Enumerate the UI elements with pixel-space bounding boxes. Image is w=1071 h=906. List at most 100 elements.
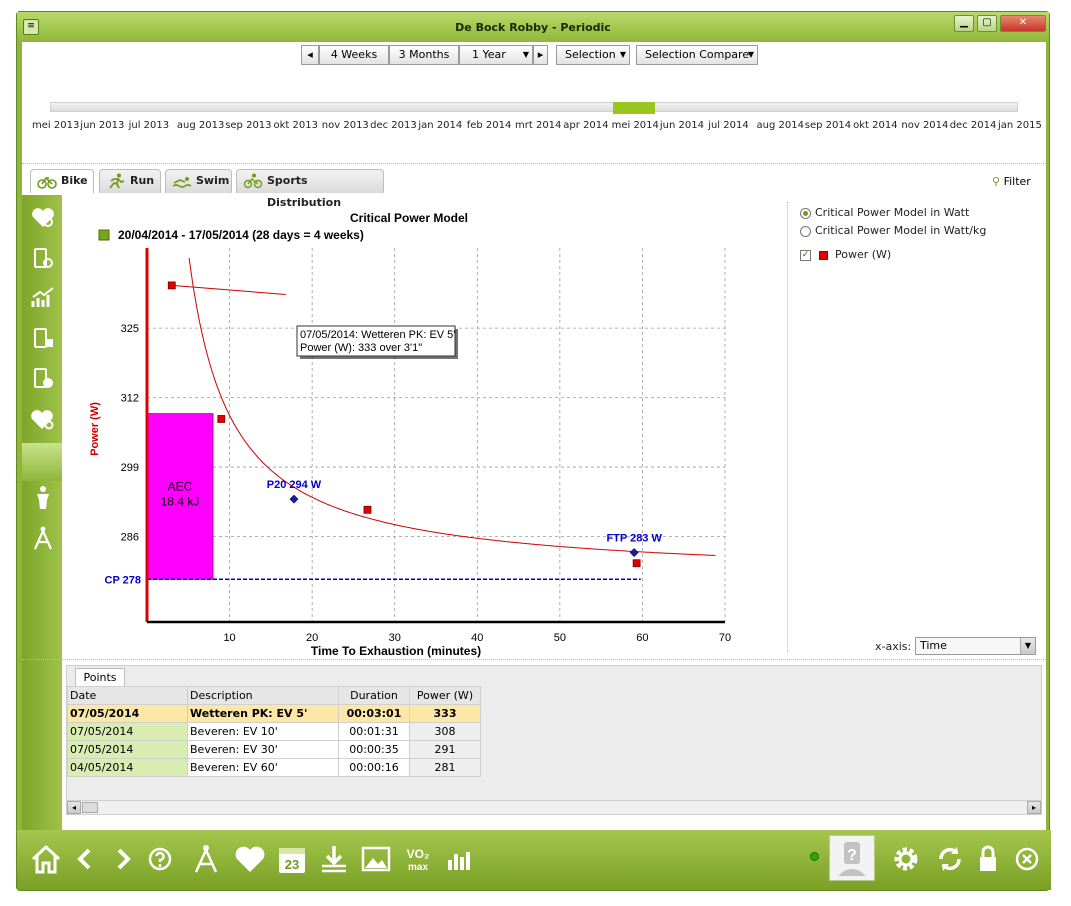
filter-button[interactable]: ⚲ Filter (992, 175, 1031, 188)
table-row[interactable]: 04/05/2014 Beveren: EV 60' 00:00:16 281 (67, 758, 481, 777)
heart-icon[interactable] (233, 842, 267, 876)
divider (22, 163, 1046, 164)
four-weeks-button[interactable]: 4 Weeks (319, 45, 389, 65)
dropdown-arrow-icon: ▼ (747, 50, 754, 59)
one-year-dropdown[interactable]: 1 Year ▼ (459, 45, 533, 65)
battery-search-icon[interactable] (30, 245, 56, 271)
user-help-button[interactable]: ? (829, 835, 875, 881)
battery-doc-icon[interactable] (30, 325, 56, 351)
home-icon[interactable] (29, 842, 63, 876)
cell-date: 07/05/2014 (67, 740, 188, 759)
back-arrow-icon[interactable] (69, 842, 103, 876)
title-bar: ≡ De Bock Robby - Periodic ▁ ▢ ✕ (17, 12, 1049, 42)
minimize-button[interactable]: ▁ (954, 15, 974, 32)
cell-power: 281 (409, 758, 481, 777)
critical-power-chart: Critical Power Model 20/04/2014 - 17/05/… (89, 211, 731, 658)
next-period-button[interactable]: ▸ (533, 45, 548, 65)
tab-run[interactable]: Run (99, 169, 161, 193)
power-checkbox[interactable]: ✓ (800, 250, 811, 261)
points-panel: Points Date Description Duration Power (… (66, 665, 1042, 815)
status-led-icon (810, 852, 819, 861)
timeline-label: nov 2013 (321, 120, 369, 131)
x-tick-label: 70 (719, 632, 731, 644)
three-months-button[interactable]: 3 Months (389, 45, 459, 65)
calendar-icon[interactable]: 23 (275, 842, 309, 876)
prev-period-button[interactable]: ◂ (301, 45, 319, 65)
horizontal-scrollbar[interactable]: ◂ ▸ (67, 800, 1041, 814)
exit-icon[interactable] (1010, 842, 1044, 876)
cp-watt-radio[interactable] (800, 208, 811, 219)
marker-diamond (289, 494, 299, 504)
cell-duration: 00:03:01 (338, 704, 410, 723)
header-power[interactable]: Power (W) (409, 686, 481, 705)
x-tick-label: 10 (223, 632, 235, 644)
sync-icon[interactable] (933, 842, 967, 876)
compass-tool-icon[interactable] (189, 842, 223, 876)
cp-wattkg-radio[interactable] (800, 226, 811, 237)
table-row[interactable]: 07/05/2014 Beveren: EV 30' 00:00:35 291 (67, 740, 481, 759)
bar-stats-icon[interactable] (443, 842, 477, 876)
xaxis-label: x-axis: (875, 640, 912, 653)
app-window: ≡ De Bock Robby - Periodic ▁ ▢ ✕ ◂ 4 Wee… (16, 11, 1051, 891)
tab-swim[interactable]: Swim (165, 169, 232, 193)
lock-icon[interactable] (971, 842, 1005, 876)
cell-power: 291 (409, 740, 481, 759)
selection-dropdown[interactable]: Selection ▼ (556, 45, 630, 65)
heart-search-alt-icon[interactable] (30, 407, 56, 433)
close-button[interactable]: ✕ (1000, 15, 1046, 32)
options-divider (787, 202, 788, 652)
tab-bike[interactable]: Bike (30, 169, 94, 193)
heart-search-icon[interactable] (30, 205, 56, 231)
vo2max-icon[interactable]: VO₂max (401, 842, 435, 876)
scroll-left-button[interactable]: ◂ (67, 801, 81, 814)
compass-icon[interactable] (30, 525, 56, 551)
timeline-slider[interactable] (50, 102, 1018, 114)
header-date[interactable]: Date (67, 686, 188, 705)
timeline-label: feb 2014 (466, 120, 512, 131)
cp-model-curve (188, 257, 716, 556)
points-header-row: Date Description Duration Power (W) (67, 686, 481, 705)
divider (22, 659, 1046, 660)
svg-text:23: 23 (285, 857, 299, 872)
cell-duration: 00:01:31 (338, 722, 410, 741)
main-content: ◂ 4 Weeks 3 Months 1 Year ▼ ▸ Selection … (22, 42, 1046, 830)
cell-description: Wetteren PK: EV 5' (187, 704, 339, 723)
gear-icon[interactable] (889, 842, 923, 876)
header-description[interactable]: Description (187, 686, 339, 705)
cell-duration: 00:00:35 (338, 740, 410, 759)
x-tick-label: 40 (471, 632, 483, 644)
tab-points[interactable]: Points (75, 668, 125, 686)
timeline-label: okt 2013 (273, 120, 318, 131)
multisport-icon (243, 173, 263, 189)
timeline-label: jul 2013 (128, 120, 170, 131)
swimmer-icon (172, 177, 192, 188)
bike-icon (37, 176, 57, 189)
header-duration[interactable]: Duration (338, 686, 410, 705)
cell-date: 04/05/2014 (67, 758, 188, 777)
table-row[interactable]: 07/05/2014 Beveren: EV 10' 00:01:31 308 (67, 722, 481, 741)
xaxis-select[interactable]: Time ▼ (915, 637, 1036, 655)
data-point (217, 415, 226, 423)
selection-compare-label: Selection Compare (645, 48, 750, 61)
selection-compare-dropdown[interactable]: Selection Compare ▼ (636, 45, 758, 65)
battery-clock-icon[interactable] (30, 365, 56, 391)
timeline-label: nov 2014 (901, 120, 949, 131)
scroll-thumb[interactable] (82, 802, 98, 813)
person-icon[interactable] (30, 485, 56, 511)
download-icon[interactable] (317, 842, 351, 876)
maximize-button[interactable]: ▢ (977, 15, 997, 32)
dropdown-arrow-icon: ▼ (522, 50, 529, 59)
help-circle-icon[interactable] (143, 842, 177, 876)
forward-arrow-icon[interactable] (105, 842, 139, 876)
image-icon[interactable] (359, 842, 393, 876)
scroll-right-button[interactable]: ▸ (1027, 801, 1041, 814)
tooltip-pointer (171, 284, 286, 295)
tab-sports-distribution[interactable]: Sports Distribution (236, 169, 384, 209)
trend-chart-icon[interactable] (30, 285, 56, 311)
table-row[interactable]: 07/05/2014 Wetteren PK: EV 5' 00:03:01 3… (67, 704, 481, 723)
timeline-label: mei 2013 (32, 120, 80, 131)
cp-label: CP 278 (105, 574, 142, 586)
timeline-selection-handle[interactable] (613, 102, 655, 114)
timeline-label: dec 2013 (370, 120, 417, 131)
marker-label: FTP 283 W (606, 533, 662, 545)
